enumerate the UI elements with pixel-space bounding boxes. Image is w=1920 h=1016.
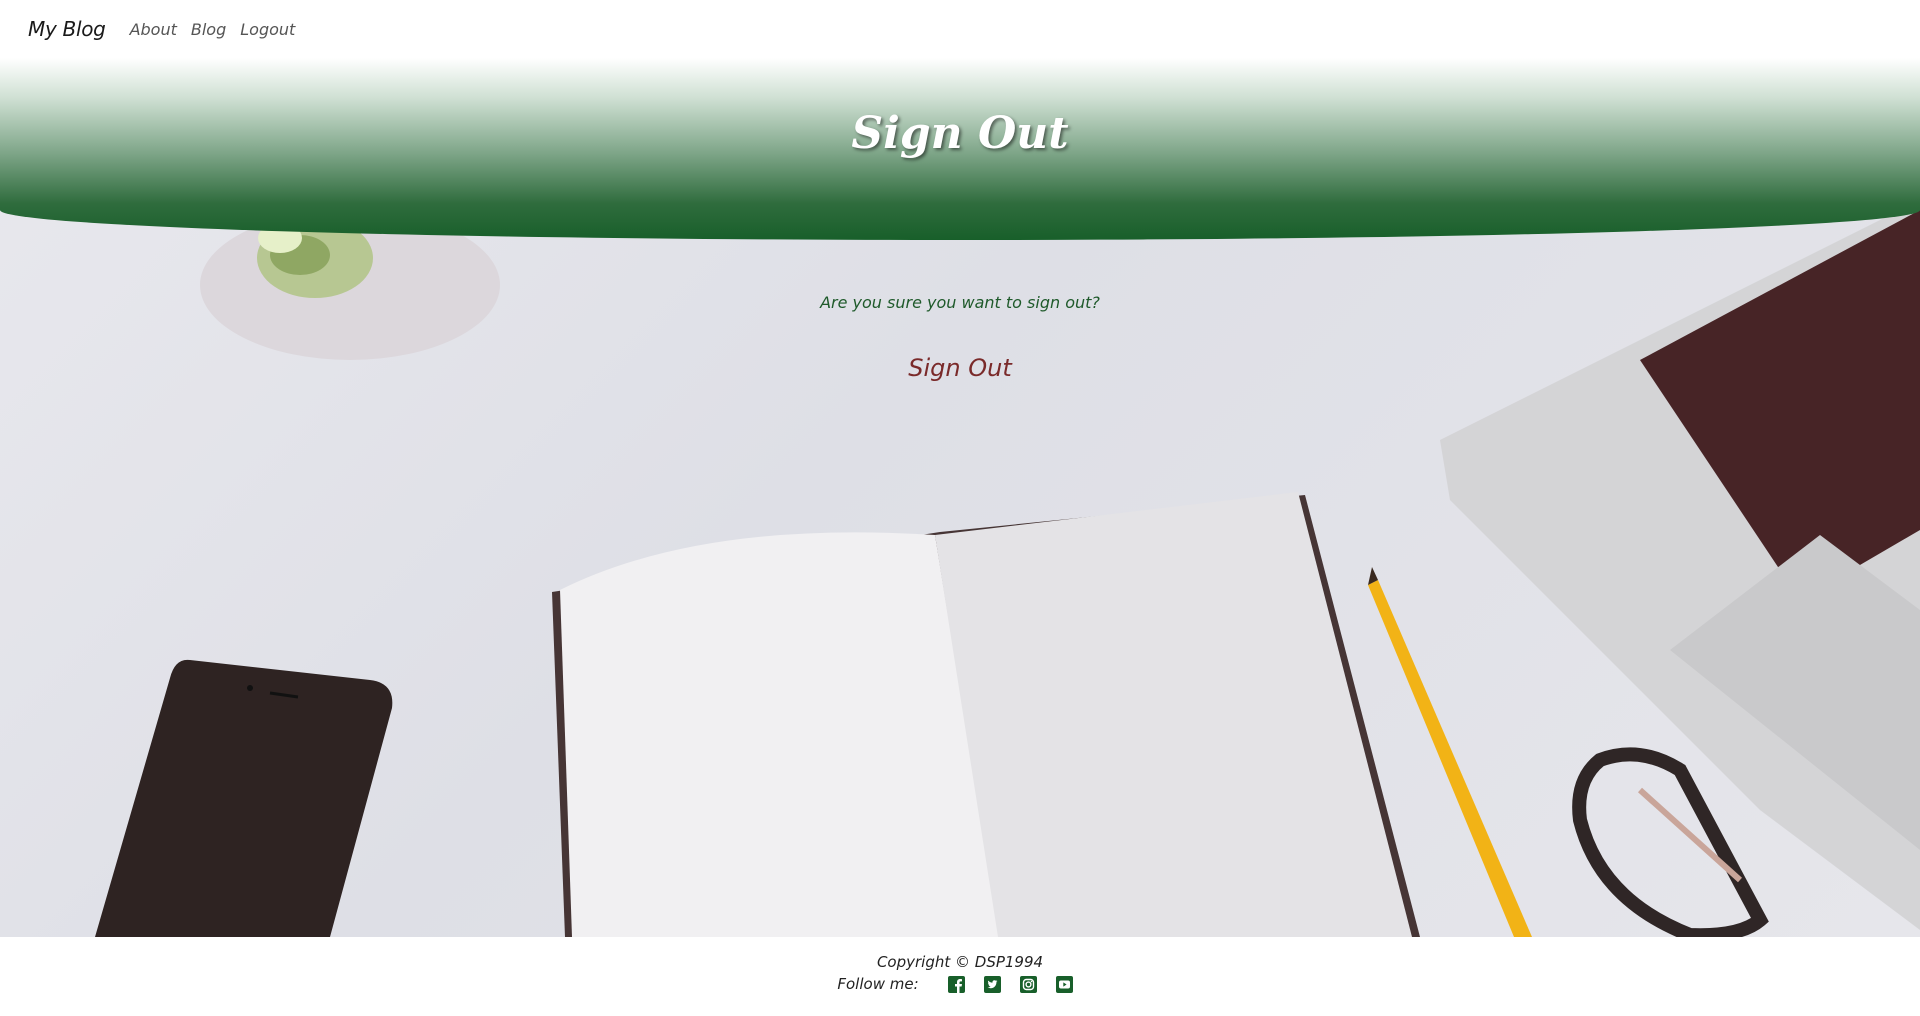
- page-title: Sign Out: [851, 108, 1069, 159]
- smartphone: [95, 659, 393, 937]
- brand-link[interactable]: My Blog: [28, 17, 106, 41]
- youtube-icon[interactable]: [1056, 975, 1074, 993]
- footer: Copyright © DSP1994 Follow me:: [0, 937, 1920, 1016]
- facebook-icon[interactable]: [948, 975, 966, 993]
- twitter-icon[interactable]: [984, 975, 1002, 993]
- hero-banner: Sign Out: [0, 58, 1920, 240]
- signout-button[interactable]: Sign Out: [898, 350, 1022, 386]
- notebook: [552, 492, 1420, 937]
- signout-confirm-text: Are you sure you want to sign out?: [820, 293, 1100, 312]
- nav-link-blog[interactable]: Blog: [191, 20, 226, 39]
- nav-links: About Blog Logout: [130, 20, 296, 39]
- top-navbar: My Blog About Blog Logout: [0, 0, 1920, 58]
- follow-row: Follow me:: [0, 975, 1920, 993]
- instagram-icon[interactable]: [1020, 975, 1038, 993]
- signout-panel: Are you sure you want to sign out? Sign …: [0, 280, 1920, 386]
- follow-label: Follow me:: [837, 975, 919, 993]
- nav-link-logout[interactable]: Logout: [240, 20, 295, 39]
- copyright-text: Copyright © DSP1994: [876, 953, 1044, 971]
- nav-link-about[interactable]: About: [130, 20, 177, 39]
